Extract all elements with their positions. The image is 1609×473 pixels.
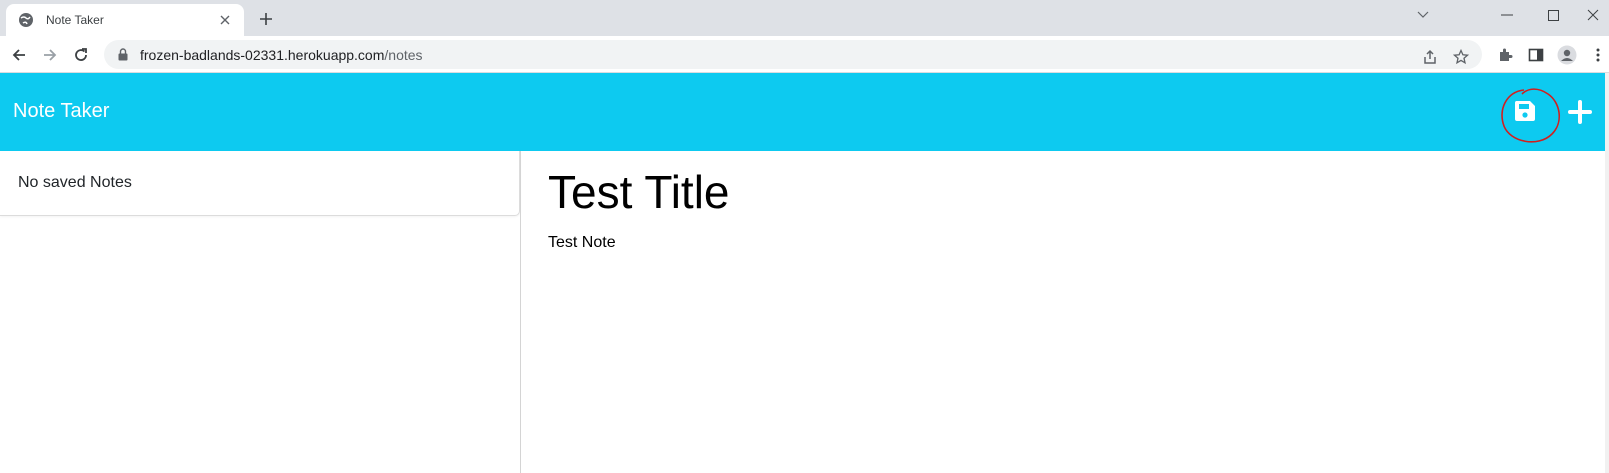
empty-notes-item: No saved Notes <box>18 174 132 191</box>
profile-avatar-icon[interactable] <box>1556 44 1578 66</box>
reload-button[interactable] <box>68 42 94 68</box>
url-path: /notes <box>384 46 423 63</box>
floppy-disk-icon <box>1514 101 1535 121</box>
app-brand[interactable]: Note Taker <box>13 100 109 123</box>
tab-search-button[interactable] <box>1400 0 1446 30</box>
scrollbar[interactable] <box>1605 73 1609 473</box>
tab-strip: Note Taker <box>0 0 1609 36</box>
maximize-button[interactable] <box>1530 0 1576 30</box>
url-text: frozen-badlands-02331.herokuapp.com/note… <box>140 47 423 63</box>
bookmark-star-icon[interactable] <box>1450 46 1472 68</box>
globe-icon <box>18 12 34 28</box>
address-bar[interactable]: frozen-badlands-02331.herokuapp.com/note… <box>104 40 1482 69</box>
extensions-icon[interactable] <box>1494 44 1516 66</box>
note-editor: Test Title Test Note <box>521 151 1605 473</box>
tab-title: Note Taker <box>46 13 104 27</box>
new-tab-button[interactable] <box>256 9 276 29</box>
new-note-button[interactable] <box>1565 97 1595 127</box>
notes-sidebar: No saved Notes <box>0 151 520 473</box>
close-window-button[interactable] <box>1576 0 1609 30</box>
browser-toolbar: frozen-badlands-02331.herokuapp.com/note… <box>0 36 1609 73</box>
note-text-area[interactable]: Test Note <box>548 234 616 252</box>
browser-tab[interactable]: Note Taker <box>6 4 244 36</box>
save-note-button[interactable] <box>1510 96 1540 126</box>
app-navbar: Note Taker <box>0 73 1605 151</box>
plus-icon <box>1568 100 1592 124</box>
notes-list: No saved Notes <box>0 151 520 216</box>
close-icon[interactable] <box>216 11 234 29</box>
forward-button[interactable] <box>37 42 63 68</box>
lock-icon[interactable] <box>116 48 130 62</box>
url-host: frozen-badlands-02331.herokuapp.com <box>140 46 385 63</box>
side-panel-icon[interactable] <box>1525 44 1547 66</box>
note-title-input[interactable]: Test Title <box>548 165 730 219</box>
share-icon[interactable] <box>1419 46 1441 68</box>
browser-menu-icon[interactable] <box>1591 44 1605 66</box>
back-button[interactable] <box>6 42 32 68</box>
minimize-button[interactable] <box>1484 0 1530 30</box>
